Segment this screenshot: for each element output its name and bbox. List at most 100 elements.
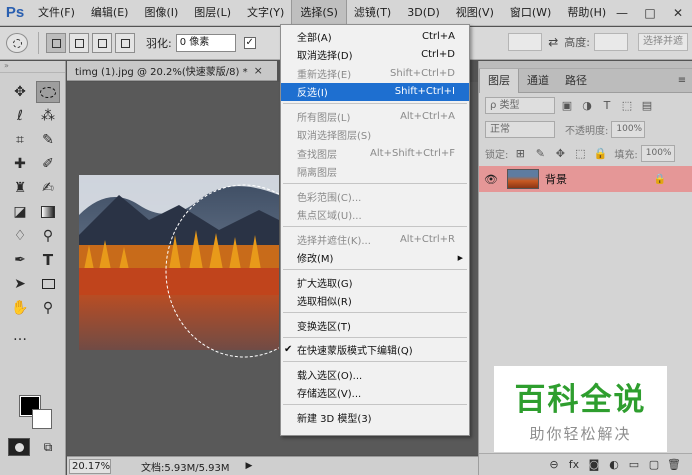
type-tool-icon[interactable]: T <box>36 249 60 271</box>
lasso-tool-icon[interactable]: ℓ <box>8 105 32 127</box>
background-color-swatch[interactable] <box>32 409 52 429</box>
select-menu-item[interactable]: 取消选择(D) Ctrl+D <box>281 46 469 65</box>
zoom-level-field[interactable]: 20.17% <box>69 458 111 474</box>
more-tools-icon[interactable]: … <box>8 325 32 347</box>
new-selection-icon[interactable] <box>46 33 66 53</box>
clone-stamp-tool-icon[interactable]: ♜ <box>8 177 32 199</box>
menu-item-label: 全部(A) <box>297 32 332 44</box>
menu-9[interactable]: 窗口(W) <box>502 0 559 26</box>
pen-tool-icon[interactable]: ✒ <box>8 249 32 271</box>
select-menu-item[interactable]: ✔ 在快速蒙版模式下编辑(Q) <box>281 341 469 360</box>
select-menu-item[interactable]: 存储选区(V)... <box>281 384 469 403</box>
adjustment-filter-icon[interactable]: ◑ <box>579 99 595 112</box>
quick-mask-icon[interactable] <box>8 438 30 456</box>
layer-filter-select[interactable]: ρ 类型 <box>485 96 555 114</box>
gradient-tool-icon[interactable] <box>36 201 60 223</box>
dodge-tool-icon[interactable]: ⚲ <box>36 225 60 247</box>
eraser-tool-icon[interactable]: ◪ <box>8 201 32 223</box>
tab-channels[interactable]: 通道 <box>519 69 557 93</box>
opacity-field[interactable]: 100% <box>611 120 646 138</box>
layer-style-icon[interactable]: fx <box>564 458 584 471</box>
menu-8[interactable]: 视图(V) <box>448 0 502 26</box>
panel-menu-icon[interactable]: ≡ <box>672 69 692 92</box>
select-menu-item[interactable]: 反选(I) Shift+Ctrl+I <box>281 82 469 101</box>
elliptical-marquee-tool-icon[interactable] <box>36 81 60 103</box>
hand-tool-icon[interactable]: ✋ <box>8 297 32 319</box>
marquee-preset-icon[interactable] <box>6 33 28 53</box>
close-tab-icon[interactable]: × <box>254 64 263 77</box>
opacity-label: 不透明度: <box>565 125 609 137</box>
add-selection-icon[interactable] <box>69 33 89 53</box>
menu-0[interactable]: 文件(F) <box>30 0 83 26</box>
magic-wand-tool-icon[interactable]: ⁂ <box>36 105 60 127</box>
menu-4[interactable]: 文字(Y) <box>239 0 292 26</box>
select-menu-item[interactable]: 扩大选取(G) <box>281 273 469 292</box>
visibility-eye-icon[interactable]: 👁 <box>479 173 503 186</box>
menu-7[interactable]: 3D(D) <box>399 0 448 26</box>
maximize-button[interactable]: □ <box>636 0 664 26</box>
shape-filter-icon[interactable]: ⬚ <box>619 99 635 112</box>
history-brush-tool-icon[interactable]: ✍ <box>36 177 60 199</box>
select-menu-item[interactable]: 新建 3D 模型(3) <box>281 408 469 427</box>
layer-row-background[interactable]: 👁 背景 🔒 <box>479 166 692 192</box>
select-menu-item[interactable]: 全部(A) Ctrl+A <box>281 27 469 46</box>
lock-artboard-icon[interactable]: ⬚ <box>572 147 588 160</box>
blend-mode-select[interactable]: 正常 <box>485 120 555 138</box>
smart-object-filter-icon[interactable]: ▤ <box>639 99 655 112</box>
lock-all-icon[interactable]: 🔒 <box>592 147 608 160</box>
menu-1[interactable]: 编辑(E) <box>83 0 137 26</box>
fill-field[interactable]: 100% <box>640 144 675 162</box>
add-mask-icon[interactable]: ◙ <box>584 458 604 471</box>
path-selection-tool-icon[interactable]: ➤ <box>8 273 32 295</box>
menu-item-label: 反选(I) <box>297 88 328 100</box>
feather-input[interactable]: 0 像素 <box>175 34 236 52</box>
brush-tool-icon[interactable]: ✐ <box>36 153 60 175</box>
menu-3[interactable]: 图层(L) <box>186 0 239 26</box>
rectangle-tool-icon[interactable] <box>36 273 60 295</box>
lock-position-icon[interactable]: ✥ <box>552 147 568 160</box>
intersect-selection-icon[interactable] <box>115 33 135 53</box>
document-tab[interactable]: timg (1).jpg @ 20.2%(快速蒙版/8) * × <box>67 61 277 81</box>
width-field[interactable] <box>508 33 543 51</box>
height-field[interactable] <box>594 33 628 51</box>
menu-5[interactable]: 选择(S) <box>291 0 347 27</box>
adjustment-layer-icon[interactable]: ◐ <box>604 458 624 471</box>
crop-tool-icon[interactable]: ⌗ <box>8 129 32 151</box>
lock-pixels-icon[interactable]: ⊞ <box>512 147 528 160</box>
select-menu-item[interactable]: 修改(M) ▶ <box>281 249 469 268</box>
close-button[interactable]: ✕ <box>664 0 692 26</box>
subtract-selection-icon[interactable] <box>92 33 112 53</box>
status-menu-arrow-icon[interactable]: ▶ <box>246 461 253 471</box>
menu-item-shortcut: Ctrl+D <box>421 49 455 61</box>
minimize-button[interactable]: — <box>608 0 636 26</box>
toolbar-grip[interactable]: » <box>0 61 65 73</box>
antialias-checkbox[interactable]: ✓ <box>243 37 256 49</box>
photo-canvas[interactable] <box>79 175 279 445</box>
select-menu-item[interactable]: 选取相似(R) <box>281 292 469 311</box>
fill-label: 填充: <box>614 149 638 161</box>
select-menu-item[interactable]: 载入选区(O)... <box>281 365 469 384</box>
text-filter-icon[interactable]: T <box>599 99 615 112</box>
image-filter-icon[interactable]: ▣ <box>559 99 575 112</box>
eyedropper-tool-icon[interactable]: ✎ <box>36 129 60 151</box>
panel-header-strip <box>479 61 692 69</box>
screen-mode-icon[interactable]: ⧉ <box>38 439 58 455</box>
select-menu-item[interactable]: 变换选区(T) <box>281 316 469 335</box>
blur-tool-icon[interactable]: ♢ <box>8 225 32 247</box>
link-layers-icon[interactable]: ⊖ <box>544 458 564 471</box>
menu-6[interactable]: 滤镜(T) <box>346 0 399 26</box>
select-and-mask-button[interactable]: 选择并遮 <box>638 33 688 51</box>
delete-layer-icon[interactable]: 🗑 <box>664 458 684 471</box>
menu-10[interactable]: 帮助(H) <box>559 0 614 26</box>
lock-paint-icon[interactable]: ✎ <box>532 147 548 160</box>
new-group-icon[interactable]: ▭ <box>624 458 644 471</box>
new-layer-icon[interactable]: ▢ <box>644 458 664 471</box>
menu-2[interactable]: 图像(I) <box>136 0 186 26</box>
menu-item-label: 焦点区域(U)... <box>297 211 362 223</box>
healing-brush-tool-icon[interactable]: ✚ <box>8 153 32 175</box>
tab-layers[interactable]: 图层 <box>479 69 519 93</box>
tab-paths[interactable]: 路径 <box>557 69 595 93</box>
move-tool-icon[interactable]: ✥ <box>8 81 32 103</box>
zoom-tool-icon[interactable]: ⚲ <box>36 297 60 319</box>
swap-icon[interactable]: ⇄ <box>546 35 560 49</box>
